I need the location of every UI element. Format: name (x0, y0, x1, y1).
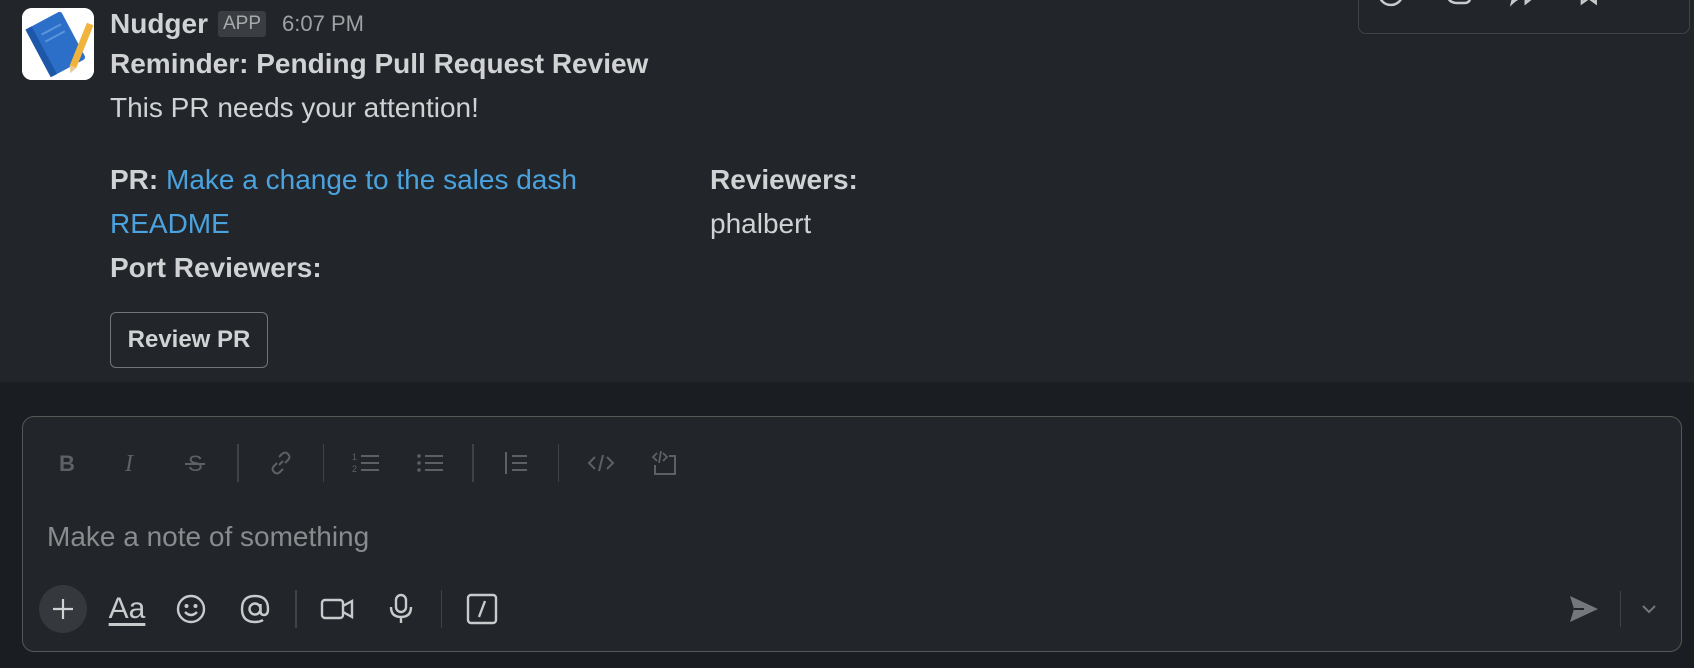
check-circle-icon[interactable] (1377, 0, 1409, 11)
mention-icon[interactable] (231, 585, 279, 633)
toolbar-divider (295, 590, 297, 628)
review-pr-button[interactable]: Review PR (110, 312, 268, 368)
bulleted-list-icon[interactable] (408, 441, 452, 485)
notebook-icon (22, 8, 94, 80)
message: Nudger APP 6:07 PM Reminder: Pending Pul… (0, 0, 1694, 382)
slack-conversation: Nudger APP 6:07 PM Reminder: Pending Pul… (0, 0, 1694, 668)
toolbar-divider (557, 444, 559, 482)
text-format-icon[interactable]: Aa (103, 585, 151, 633)
chevron-down-icon[interactable] (1633, 585, 1665, 633)
pr-link[interactable]: Make a change to the sales dash README (110, 164, 577, 239)
strikethrough-icon[interactable]: S (173, 441, 217, 485)
timestamp[interactable]: 6:07 PM (282, 11, 364, 37)
code-block-icon[interactable] (643, 441, 687, 485)
code-icon[interactable] (579, 441, 623, 485)
microphone-icon[interactable] (377, 585, 425, 633)
message-actions-toolbar (1358, 0, 1690, 34)
message-composer: B I S 12 (22, 416, 1682, 652)
toolbar-divider (440, 590, 442, 628)
app-avatar[interactable] (22, 8, 94, 80)
pr-label: PR: (110, 164, 159, 195)
italic-icon[interactable]: I (109, 441, 153, 485)
bold-icon[interactable]: B (45, 441, 89, 485)
send-icon[interactable] (1560, 585, 1608, 633)
blockquote-icon[interactable] (494, 441, 538, 485)
svg-text:1: 1 (352, 452, 357, 462)
svg-text:I: I (124, 451, 134, 475)
toolbar-divider (237, 444, 239, 482)
comment-icon[interactable] (1443, 0, 1475, 11)
note-input[interactable] (47, 515, 1547, 559)
send-divider (1619, 591, 1621, 627)
svg-text:2: 2 (352, 464, 357, 474)
message-header: Nudger APP 6:07 PM (110, 6, 364, 42)
reviewers-value: phalbert (710, 208, 812, 239)
message-body: This PR needs your attention! (110, 92, 479, 123)
formatting-toolbar: B I S 12 (45, 437, 707, 489)
bookmark-icon[interactable] (1574, 0, 1606, 11)
toolbar-divider (322, 444, 324, 482)
sender-name[interactable]: Nudger (110, 8, 208, 40)
plus-icon[interactable] (39, 585, 87, 633)
reviewers-field: Reviewers: phalbert (710, 158, 858, 246)
video-icon[interactable] (313, 585, 361, 633)
pr-field: PR: Make a change to the sales dash READ… (110, 158, 610, 246)
port-reviewers-label: Port Reviewers: (110, 252, 322, 283)
link-icon[interactable] (259, 441, 303, 485)
text-format-label: Aa (108, 592, 146, 625)
more-vertical-icon[interactable] (1639, 0, 1671, 11)
app-badge: APP (218, 11, 267, 37)
composer-bottom-toolbar: Aa (39, 583, 522, 635)
share-icon[interactable] (1508, 0, 1540, 11)
emoji-icon[interactable] (167, 585, 215, 633)
send-controls (1560, 585, 1666, 633)
toolbar-divider (472, 444, 474, 482)
slash-command-icon[interactable] (458, 585, 506, 633)
ordered-list-icon[interactable]: 12 (344, 441, 388, 485)
port-reviewers-field: Port Reviewers: (110, 246, 322, 290)
reviewers-label: Reviewers: (710, 164, 858, 195)
message-title: Reminder: Pending Pull Request Review (110, 48, 649, 79)
svg-text:B: B (59, 451, 75, 475)
